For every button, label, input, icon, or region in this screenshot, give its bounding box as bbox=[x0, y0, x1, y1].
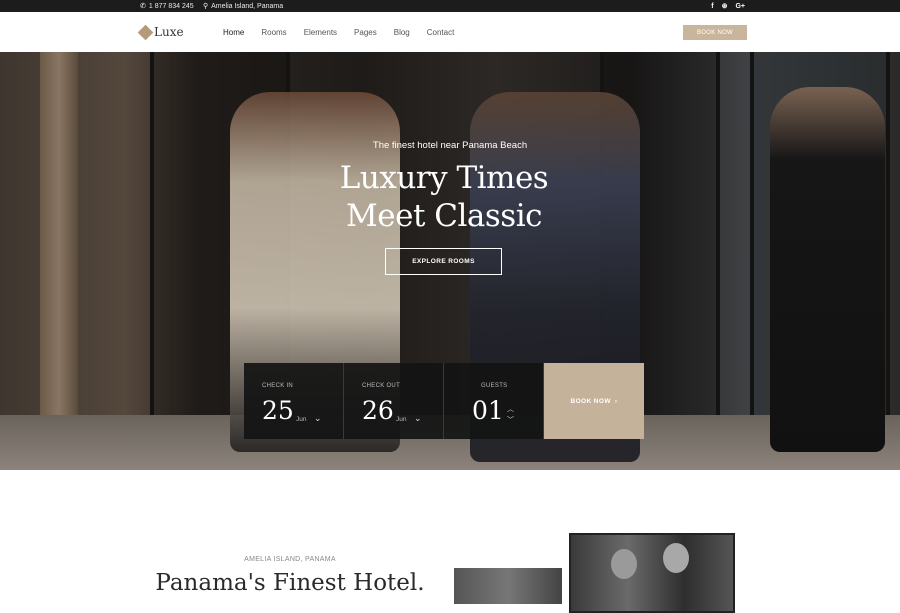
main-nav: Luxe Home Rooms Elements Pages Blog Cont… bbox=[0, 12, 900, 52]
google-plus-icon[interactable]: G+ bbox=[735, 3, 745, 10]
social-links: f ⊛ G+ bbox=[711, 0, 745, 12]
guests-value: 01 bbox=[472, 396, 504, 425]
check-in-label: CHECK IN bbox=[262, 383, 294, 389]
chevron-up-icon[interactable]: ︿ bbox=[507, 404, 514, 414]
chevron-down-icon[interactable]: ⌄ bbox=[314, 413, 322, 424]
hero-subtitle: The finest hotel near Panama Beach bbox=[372, 140, 528, 151]
hero-title-line-1: Luxury Times bbox=[339, 160, 549, 196]
phone-icon: ✆ bbox=[140, 3, 146, 10]
phone-number: 1 877 834 245 bbox=[148, 2, 194, 10]
nav-item-rooms[interactable]: Rooms bbox=[261, 28, 286, 37]
nav-item-pages[interactable]: Pages bbox=[354, 28, 377, 37]
booking-book-now-button[interactable]: BOOK NOW › bbox=[544, 363, 644, 439]
guests-field[interactable]: GUESTS 01 ︿ ﹀ bbox=[444, 363, 544, 439]
nav-item-contact[interactable]: Contact bbox=[427, 28, 455, 37]
hero-title: Luxury Times Meet Classic bbox=[0, 159, 888, 235]
location-pin-icon: ⚲ bbox=[203, 3, 209, 10]
guests-label: GUESTS bbox=[481, 383, 508, 389]
chevron-right-icon: › bbox=[614, 397, 618, 405]
intro-photo-couple bbox=[569, 533, 735, 613]
intro-heading: Panama's Finest Hotel. bbox=[155, 570, 425, 596]
nav-item-home[interactable]: Home bbox=[223, 28, 244, 37]
hero-title-line-2: Meet Classic bbox=[346, 198, 542, 234]
check-in-day: 25 bbox=[262, 396, 294, 425]
check-out-day: 26 bbox=[362, 396, 394, 425]
check-out-label: CHECK OUT bbox=[362, 383, 401, 389]
photo-face bbox=[663, 543, 689, 573]
facebook-icon[interactable]: f bbox=[711, 3, 713, 10]
booking-widget: CHECK IN 25 Jun ⌄ CHECK OUT 26 Jun ⌄ GUE… bbox=[244, 363, 644, 439]
logo-text: Luxe bbox=[154, 25, 184, 39]
phone-info[interactable]: ✆ 1 877 834 245 bbox=[140, 0, 194, 12]
check-in-month: Jun bbox=[296, 416, 307, 423]
address-info: ⚲ Amelia Island, Panama bbox=[203, 0, 283, 12]
photo-face bbox=[611, 549, 637, 579]
chevron-down-icon[interactable]: ⌄ bbox=[414, 413, 422, 424]
address-text: Amelia Island, Panama bbox=[211, 2, 284, 10]
intro-photo-small bbox=[452, 566, 564, 606]
logo[interactable]: Luxe bbox=[137, 24, 184, 40]
check-in-field[interactable]: CHECK IN 25 Jun ⌄ bbox=[244, 363, 344, 439]
intro-location: AMELIA ISLAND, PANAMA bbox=[244, 556, 336, 563]
chevron-down-icon[interactable]: ﹀ bbox=[507, 415, 514, 425]
nav-item-elements[interactable]: Elements bbox=[304, 28, 337, 37]
hero-pillar bbox=[40, 52, 78, 470]
book-now-label: BOOK NOW bbox=[570, 397, 611, 405]
nav-menu: Home Rooms Elements Pages Blog Contact bbox=[223, 12, 471, 52]
check-out-month: Jun bbox=[396, 416, 407, 423]
logo-diamond-icon bbox=[137, 24, 154, 40]
top-bar: ✆ 1 877 834 245 ⚲ Amelia Island, Panama … bbox=[0, 0, 900, 12]
pinterest-icon[interactable]: ⊛ bbox=[722, 2, 728, 10]
explore-rooms-button[interactable]: EXPLORE ROOMS bbox=[385, 248, 502, 275]
hero-banner: The finest hotel near Panama Beach Luxur… bbox=[0, 52, 900, 470]
nav-item-blog[interactable]: Blog bbox=[394, 28, 410, 37]
nav-book-now-button[interactable]: BOOK NOW bbox=[683, 25, 747, 40]
check-out-field[interactable]: CHECK OUT 26 Jun ⌄ bbox=[344, 363, 444, 439]
